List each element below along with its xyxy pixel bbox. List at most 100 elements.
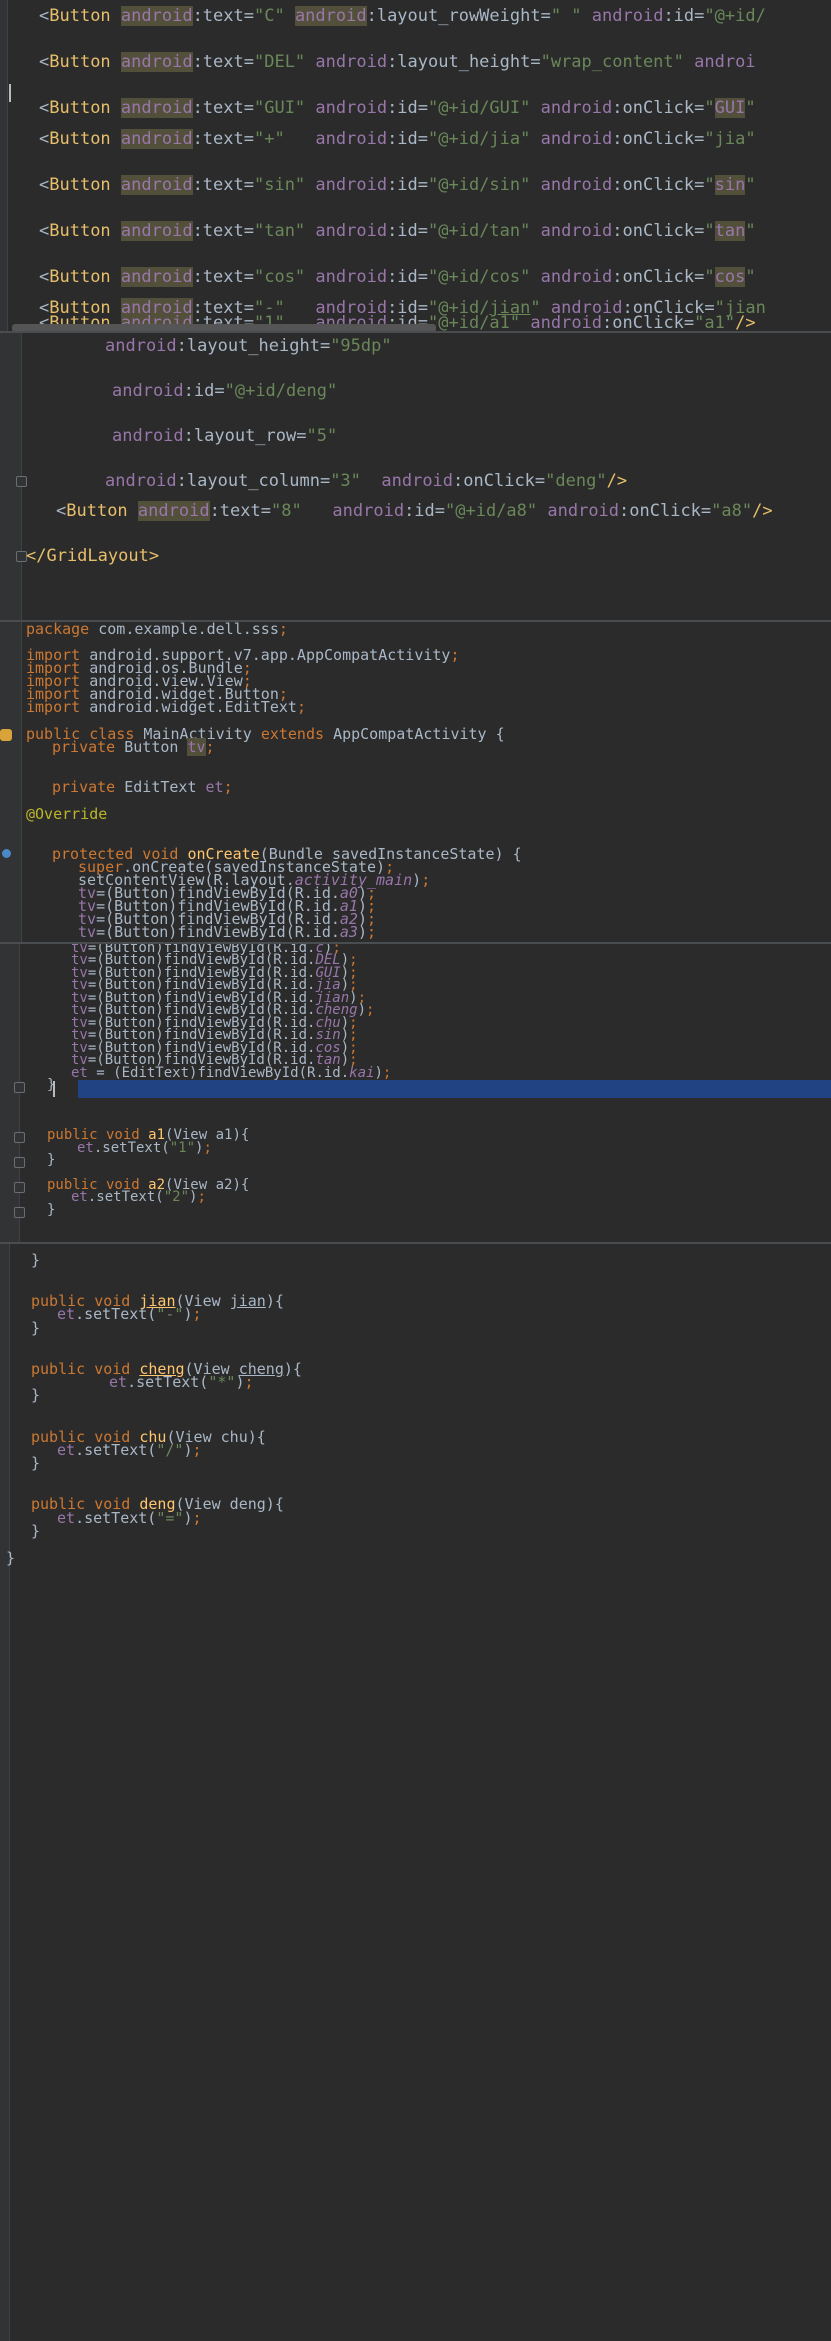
code-token: et [109,1373,128,1391]
code-token: cos [714,267,746,287]
layout-xml-editor-top[interactable]: <Button android:text="C" android:layout_… [0,0,831,331]
code-token: et [57,1509,76,1527]
code-line[interactable]: } [31,1453,40,1473]
code-token: } [31,1522,41,1540]
horizontal-scrollbar[interactable] [12,324,436,331]
code-line[interactable]: et.setText("="); [57,1508,202,1528]
code-line[interactable]: } [31,1250,40,1270]
layout-xml-editor-bottom[interactable]: android:layout_height="95dp" android:id="… [0,333,831,620]
code-line[interactable]: et.setText("-"); [57,1304,202,1324]
code-token: "GUI" [253,98,316,118]
code-token: :onClick= [612,175,705,195]
code-token: android [294,6,367,26]
code-line[interactable]: import android.widget.EditText; [26,697,306,717]
code-token: "2" [163,1189,190,1205]
code-line[interactable]: <Button android:text="sin" android:id="@… [39,175,756,195]
code-token: sin [714,175,746,195]
code-line[interactable]: private EditText et; [52,777,233,797]
code-token: .setText( [127,1373,209,1391]
code-line[interactable]: } [47,1200,55,1220]
code-token: import [26,698,90,716]
code-token: :onClick= [612,221,705,241]
code-token: tan [714,221,746,241]
code-line[interactable]: <Button android:text="cos" android:id="@… [39,267,756,287]
code-token: et [205,778,224,796]
code-token: ) [357,1002,367,1018]
code-line[interactable]: android:id="@+id/deng" [112,381,337,401]
code-token: ; [192,1305,202,1323]
code-line[interactable]: @Override [26,804,107,824]
code-token: "@+id/tan" [428,221,541,241]
code-line[interactable]: android:layout_row="5" [112,426,337,446]
code-token: android [105,471,177,491]
code-line[interactable]: </GridLayout> [26,546,159,566]
code-line[interactable]: <Button android:text="C" android:layout_… [39,6,766,26]
code-line[interactable]: tv=(Button)findViewById(R.id.a3); [78,922,376,942]
code-token: < [39,129,50,149]
code-token: android [120,129,193,149]
code-token: package [26,622,99,638]
code-token: android [540,221,613,241]
code-token: tv [78,923,97,941]
code-token: :id= [404,501,446,521]
code-token: EditText [124,778,206,796]
code-token: ) [357,923,367,941]
code-line[interactable]: <Button android:text="GUI" android:id="@… [39,98,756,118]
code-token: :id= [387,221,429,241]
code-token: Button [66,501,138,521]
code-line[interactable]: et.setText("/"); [57,1440,202,1460]
code-token: "DEL" [253,52,316,72]
code-token: ; [203,1140,212,1156]
code-line[interactable]: private Button tv; [52,737,215,757]
code-token: ; [197,1189,206,1205]
code-line[interactable]: android:layout_column="3" android:onClic… [105,471,627,491]
java-editor-middle[interactable]: tv=(Button)findViewById(R.id.c); tv=(Butt… [0,944,831,1242]
code-token: GUI [714,98,746,118]
code-line[interactable]: android:layout_height="95dp" [105,336,392,356]
code-line[interactable]: <Button android:text="+" android:id="@+i… [39,129,756,149]
code-token: ; [366,1002,375,1018]
code-token: =(Button)findViewById(R.id. [96,923,340,941]
code-line[interactable]: } [47,1150,55,1170]
code-line[interactable]: et.setText("1"); [77,1138,212,1158]
code-lines: package com.example.dell.sss; import andr… [0,622,831,942]
code-line[interactable]: package com.example.dell.sss; [26,622,288,639]
code-token: "*" [208,1373,236,1391]
code-token: < [39,98,50,118]
code-line[interactable]: et = (EditText)findViewById(R.id.kai); [71,1063,391,1083]
code-token: Button [49,129,121,149]
code-token: ; [192,1509,202,1527]
code-token: :id= [387,267,429,287]
code-line[interactable]: } [31,1318,40,1338]
code-token: Button [49,52,121,72]
code-line[interactable]: et.setText("2"); [71,1187,206,1207]
code-token: } [47,1077,56,1093]
code-line[interactable]: } [47,1075,55,1095]
code-line[interactable]: <Button android:text="DEL" android:layou… [39,52,756,72]
code-line[interactable]: } [31,1521,40,1541]
code-token: ; [223,778,233,796]
code-line[interactable]: <Button android:text="tan" android:id="@… [39,221,756,241]
code-token: ; [382,1065,392,1081]
code-token: "95dp" [330,336,392,356]
code-token: = (EditText)findViewById(R.id. [96,1065,350,1081]
code-token: android [315,98,388,118]
code-line[interactable]: <Button android:text="8" android:id="@+i… [56,501,773,521]
code-token: android [120,267,193,287]
code-line[interactable]: et.setText("*"); [109,1372,254,1392]
code-token: et [57,1441,76,1459]
code-token: /> [606,471,628,491]
code-token: private [52,778,125,796]
code-line[interactable]: } [31,1385,40,1405]
code-token: :layout_height= [387,52,541,72]
code-token: "a1" [694,313,736,331]
java-editor-top[interactable]: package com.example.dell.sss; import andr… [0,622,831,942]
code-line[interactable]: } [6,1548,15,1568]
code-token: et [71,1065,97,1081]
line-gutter [0,0,8,331]
code-token: " [704,221,715,241]
code-token: ; [367,923,377,941]
code-token: "@+id/GUI" [428,98,541,118]
code-token: } [6,1549,16,1567]
java-editor-bottom[interactable]: } public void jian(View jian){et.setText(… [0,1244,831,2341]
